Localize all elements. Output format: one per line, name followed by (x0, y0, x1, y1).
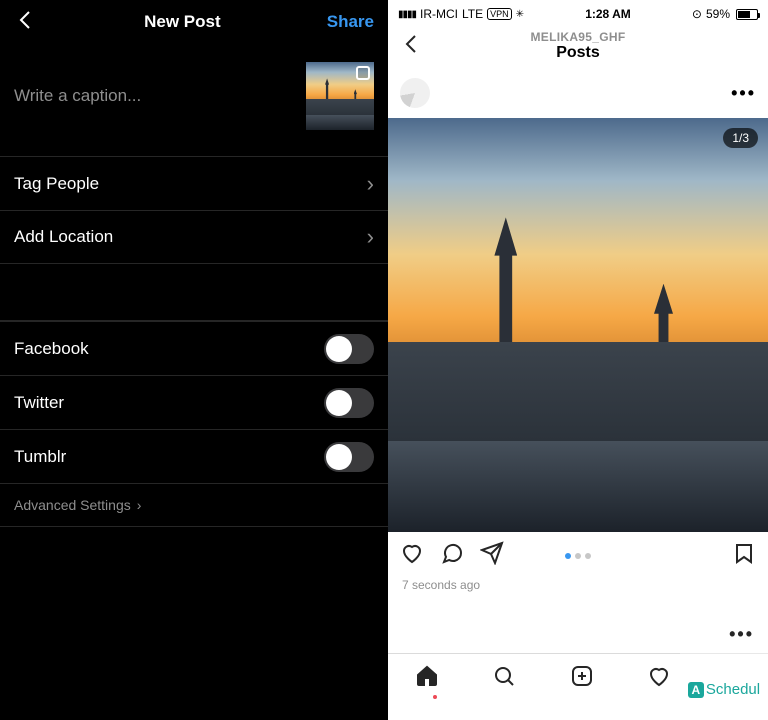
share-tumblr-toggle[interactable] (324, 442, 374, 472)
share-button[interactable]: Share (327, 12, 374, 32)
activity-tab[interactable] (647, 664, 671, 693)
section-title: Posts (388, 44, 768, 62)
add-location-row[interactable]: Add Location › (0, 210, 388, 264)
home-tab[interactable] (415, 664, 439, 693)
notification-dot-icon (433, 695, 437, 699)
clock-label: 1:28 AM (585, 7, 631, 21)
chevron-right-icon: › (137, 497, 142, 513)
posts-pane: ▮▮▮▮ IR-MCI LTE VPN ✳ 1:28 AM ⊙ 59% MELI… (388, 0, 768, 720)
share-tumblr-row: Tumblr (0, 429, 388, 483)
watermark: A Schedul (680, 648, 768, 720)
search-tab[interactable] (492, 664, 516, 693)
watermark-logo-icon: A (688, 682, 704, 698)
new-post-title: New Post (144, 12, 221, 32)
post-action-bar (388, 532, 768, 578)
loading-icon: ✳ (516, 9, 524, 20)
back-icon[interactable] (400, 32, 424, 60)
avatar[interactable] (400, 78, 430, 108)
carousel-counter: 1/3 (723, 128, 758, 148)
vpn-badge: VPN (487, 8, 512, 20)
back-icon[interactable] (14, 8, 38, 37)
status-bar: ▮▮▮▮ IR-MCI LTE VPN ✳ 1:28 AM ⊙ 59% (388, 4, 768, 24)
posts-header: MELIKA95_GHF Posts (388, 24, 768, 68)
carrier-label: IR-MCI (420, 7, 458, 21)
share-twitter-row: Twitter (0, 375, 388, 429)
multi-photo-icon (356, 66, 370, 80)
share-tumblr-label: Tumblr (14, 447, 66, 467)
tag-people-row[interactable]: Tag People › (0, 156, 388, 210)
chevron-right-icon: › (367, 171, 374, 197)
share-twitter-toggle[interactable] (324, 388, 374, 418)
share-twitter-label: Twitter (14, 393, 64, 413)
post-author-row: ••• (388, 68, 768, 118)
chevron-right-icon: › (367, 224, 374, 250)
create-tab[interactable] (570, 664, 594, 693)
carousel-dots (388, 546, 768, 564)
advanced-settings-label: Advanced Settings (14, 497, 131, 513)
battery-icon (734, 9, 758, 20)
post-image[interactable]: 1/3 (388, 118, 768, 532)
username-label: MELIKA95_GHF (388, 30, 768, 44)
battery-pct: 59% (706, 7, 730, 21)
add-location-label: Add Location (14, 227, 113, 247)
tag-people-label: Tag People (14, 174, 99, 194)
watermark-label: Schedul (706, 681, 760, 698)
share-facebook-row: Facebook (0, 321, 388, 375)
share-facebook-label: Facebook (14, 339, 89, 359)
alarm-icon: ⊙ (692, 7, 702, 21)
timestamp-label: 7 seconds ago (388, 578, 768, 592)
signal-icon: ▮▮▮▮ (398, 9, 416, 20)
caption-input[interactable]: Write a caption... (14, 86, 298, 106)
share-targets-block: Facebook Twitter Tumblr Advanced Setting… (0, 320, 388, 527)
advanced-settings-row[interactable]: Advanced Settings › (0, 483, 388, 527)
caption-row: Write a caption... (0, 44, 388, 156)
next-post-options-button[interactable]: ••• (388, 592, 768, 653)
image-thumbnail[interactable] (306, 62, 374, 130)
post-options-button[interactable]: ••• (731, 83, 756, 104)
share-facebook-toggle[interactable] (324, 334, 374, 364)
network-label: LTE (462, 7, 483, 21)
new-post-pane: New Post Share Write a caption... Tag Pe… (0, 0, 388, 720)
new-post-header: New Post Share (0, 0, 388, 44)
